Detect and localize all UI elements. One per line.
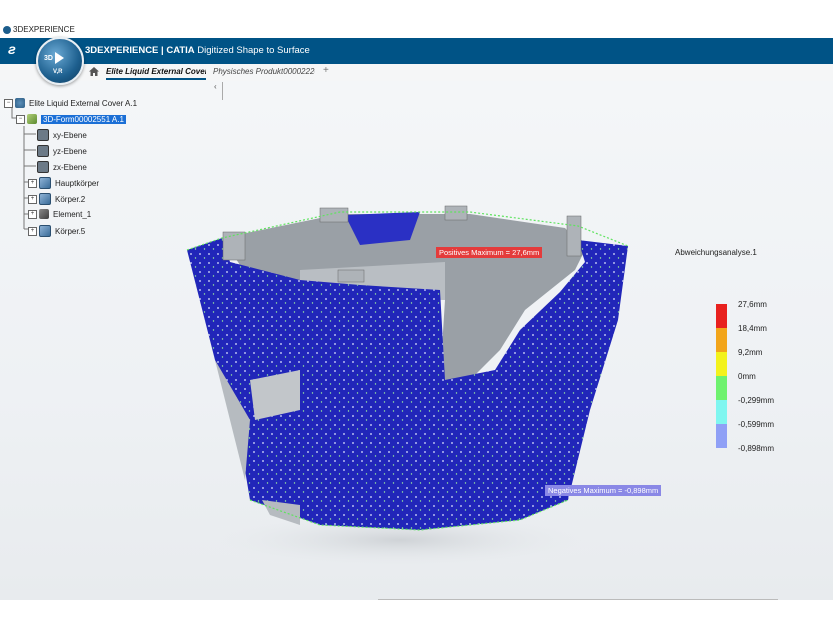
- legend-label: 9,2mm: [738, 348, 763, 357]
- legend-swatch: [716, 304, 727, 328]
- 3d-model-deviation-map[interactable]: [0, 0, 833, 625]
- compass-3d-label: 3D: [44, 55, 53, 62]
- app-name: Digitized Shape to Surface: [197, 45, 310, 56]
- legend-label: -0,599mm: [738, 420, 775, 429]
- legend-label: 27,6mm: [738, 300, 767, 309]
- legend-swatch: [716, 352, 727, 376]
- analysis-name[interactable]: Abweichungsanalyse.1: [675, 248, 757, 257]
- compass-widget[interactable]: 3D V,R: [36, 37, 84, 85]
- legend-label: -0,299mm: [738, 396, 775, 405]
- legend-swatch: [716, 424, 727, 448]
- play-icon[interactable]: [55, 52, 64, 64]
- legend-label: 18,4mm: [738, 324, 767, 333]
- positive-maximum-label[interactable]: Positives Maximum = 27,6mm: [436, 247, 543, 258]
- legend-label: 0mm: [738, 372, 756, 381]
- negative-maximum-label[interactable]: Negatives Maximum = -0,898mm: [545, 485, 662, 496]
- compass-vr-label: V,R: [53, 69, 63, 75]
- bottom-area: [0, 600, 833, 625]
- legend-swatch: [716, 400, 727, 424]
- legend-swatch: [716, 376, 727, 400]
- app-title: 3DEXPERIENCE | CATIA Digitized Shape to …: [85, 45, 310, 56]
- legend-label: -0,898mm: [738, 444, 775, 453]
- legend-swatch: [716, 328, 727, 352]
